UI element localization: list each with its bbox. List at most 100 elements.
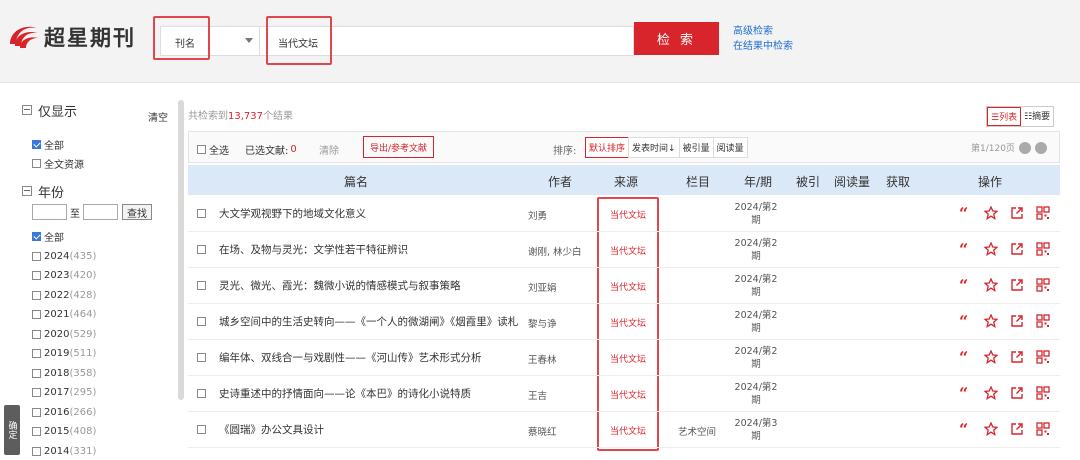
logo[interactable]: 超星期刊 (6, 22, 136, 52)
article-title-link[interactable]: 《圆瑞》办公文具设计 (219, 418, 524, 442)
table-row[interactable]: 《圆瑞》办公文具设计 蔡晓红 当代文坛 艺术空间 2024/第3期 “ (188, 412, 1060, 448)
article-author[interactable]: 王春林 (528, 352, 557, 366)
search-input[interactable]: 当代文坛 (260, 26, 634, 56)
search-in-results-link[interactable]: 在结果中检索 (733, 39, 793, 54)
sort-date[interactable]: 发表时间↓ (628, 137, 680, 158)
qr-code-icon[interactable] (1036, 206, 1050, 220)
row-checkbox[interactable] (197, 281, 206, 290)
side-tab[interactable]: 确定 (4, 405, 20, 455)
article-author[interactable]: 谢刚, 林少白 (528, 244, 582, 258)
year-item[interactable]: 2016 (266) (32, 403, 172, 423)
favorite-star-icon[interactable] (984, 206, 998, 220)
filter-all[interactable]: 全部 (32, 134, 172, 154)
sort-default[interactable]: 默认排序 (585, 137, 630, 158)
favorite-star-icon[interactable] (984, 278, 998, 292)
article-source-link[interactable]: 当代文坛 (610, 424, 646, 437)
select-all[interactable]: 全选 (197, 142, 229, 157)
year-item[interactable]: 2019 (511) (32, 344, 172, 364)
search-button[interactable]: 检 索 (634, 22, 719, 55)
qr-code-icon[interactable] (1036, 278, 1050, 292)
article-source-link[interactable]: 当代文坛 (610, 208, 646, 221)
view-abstract-button[interactable]: ☷摘要 (1021, 107, 1053, 126)
year-item[interactable]: 2014 (331) (32, 442, 172, 460)
qr-code-icon[interactable] (1036, 350, 1050, 364)
article-source-link[interactable]: 当代文坛 (610, 352, 646, 365)
year-item[interactable]: 2023 (420) (32, 266, 172, 286)
favorite-star-icon[interactable] (984, 350, 998, 364)
clear-selection-button[interactable]: 清除 (319, 142, 339, 157)
article-source-link[interactable]: 当代文坛 (610, 316, 646, 329)
checkbox[interactable] (32, 232, 41, 242)
article-title-link[interactable]: 大文学观视野下的地域文化意义 (219, 202, 524, 226)
year-item[interactable]: 2021 (464) (32, 305, 172, 325)
cite-quote-icon[interactable]: “ (958, 386, 972, 400)
article-title-link[interactable]: 在场、及物与灵光：文学性若干特征辨识 (219, 238, 524, 262)
row-checkbox[interactable] (197, 245, 206, 254)
checkbox[interactable] (32, 407, 41, 417)
article-title-link[interactable]: 编年体、双线合一与戏剧性——《河山传》艺术形式分析 (219, 346, 524, 370)
favorite-star-icon[interactable] (984, 386, 998, 400)
cite-quote-icon[interactable]: “ (958, 206, 972, 220)
article-author[interactable]: 蔡晓红 (528, 424, 557, 438)
checkbox[interactable] (32, 388, 41, 398)
table-row[interactable]: 灵光、微光、霞光：魏微小说的情感模式与叙事策略 刘亚娟 当代文坛 2024/第2期 “ (188, 268, 1060, 304)
next-page-icon[interactable] (1034, 141, 1047, 154)
article-source-link[interactable]: 当代文坛 (610, 280, 646, 293)
row-checkbox[interactable] (197, 209, 206, 218)
year-item[interactable]: 2017 (295) (32, 383, 172, 403)
year-item[interactable]: 2020 (529) (32, 325, 172, 345)
row-checkbox[interactable] (197, 425, 206, 434)
export-button[interactable]: 导出/参考文献 (363, 136, 435, 158)
sidebar-scrollbar[interactable] (178, 100, 184, 400)
sort-citations[interactable]: 被引量 (678, 137, 714, 158)
article-author[interactable]: 刘亚娟 (528, 280, 557, 294)
row-checkbox[interactable] (197, 389, 206, 398)
row-checkbox[interactable] (197, 353, 206, 362)
open-external-icon[interactable] (1010, 206, 1024, 220)
table-row[interactable]: 编年体、双线合一与戏剧性——《河山传》艺术形式分析 王春林 当代文坛 2024/第2期… (188, 340, 1060, 376)
prev-page-icon[interactable] (1018, 141, 1031, 154)
table-row[interactable]: 大文学观视野下的地域文化意义 刘勇 当代文坛 2024/第2期 “ (188, 196, 1060, 232)
year-item[interactable]: 2024 (435) (32, 247, 172, 267)
checkbox[interactable] (32, 251, 41, 261)
open-external-icon[interactable] (1010, 386, 1024, 400)
checkbox[interactable] (32, 368, 41, 378)
checkbox[interactable] (32, 310, 41, 320)
article-author[interactable]: 黎与诤 (528, 316, 557, 330)
open-external-icon[interactable] (1010, 314, 1024, 328)
clear-filters-link[interactable]: 清空 (148, 109, 168, 124)
qr-code-icon[interactable] (1036, 386, 1050, 400)
cite-quote-icon[interactable]: “ (958, 422, 972, 436)
cite-quote-icon[interactable]: “ (958, 350, 972, 364)
qr-code-icon[interactable] (1036, 314, 1050, 328)
table-row[interactable]: 史诗重述中的抒情面向——论《本巴》的诗化小说特质 王吉 当代文坛 2024/第2期 “ (188, 376, 1060, 412)
view-list-button[interactable]: ☰列表 (987, 107, 1022, 126)
checkbox-checked[interactable] (32, 139, 41, 149)
open-external-icon[interactable] (1010, 350, 1024, 364)
open-external-icon[interactable] (1010, 422, 1024, 436)
article-author[interactable]: 刘勇 (528, 208, 547, 222)
open-external-icon[interactable] (1010, 278, 1024, 292)
checkbox[interactable] (197, 145, 206, 154)
favorite-star-icon[interactable] (984, 242, 998, 256)
row-checkbox[interactable] (197, 317, 206, 326)
checkbox[interactable] (32, 158, 41, 168)
checkbox[interactable] (32, 329, 41, 339)
year-item[interactable]: 2018 (358) (32, 364, 172, 384)
year-to-input[interactable] (83, 204, 118, 220)
favorite-star-icon[interactable] (984, 422, 998, 436)
checkbox[interactable] (32, 349, 41, 359)
cite-quote-icon[interactable]: “ (958, 242, 972, 256)
checkbox[interactable] (32, 427, 41, 437)
advanced-search-link[interactable]: 高级检索 (733, 24, 793, 39)
qr-code-icon[interactable] (1036, 422, 1050, 436)
year-item[interactable]: 全部 (32, 227, 172, 247)
year-item[interactable]: 2022 (428) (32, 286, 172, 306)
year-item[interactable]: 2015 (408) (32, 422, 172, 442)
table-row[interactable]: 在场、及物与灵光：文学性若干特征辨识 谢刚, 林少白 当代文坛 2024/第2期 “ (188, 232, 1060, 268)
filter-fulltext[interactable]: 全文资源 (32, 153, 172, 173)
sort-reads[interactable]: 阅读量 (712, 137, 748, 158)
cite-quote-icon[interactable]: “ (958, 278, 972, 292)
year-find-button[interactable]: 查找 (122, 204, 152, 220)
article-source-link[interactable]: 当代文坛 (610, 388, 646, 401)
